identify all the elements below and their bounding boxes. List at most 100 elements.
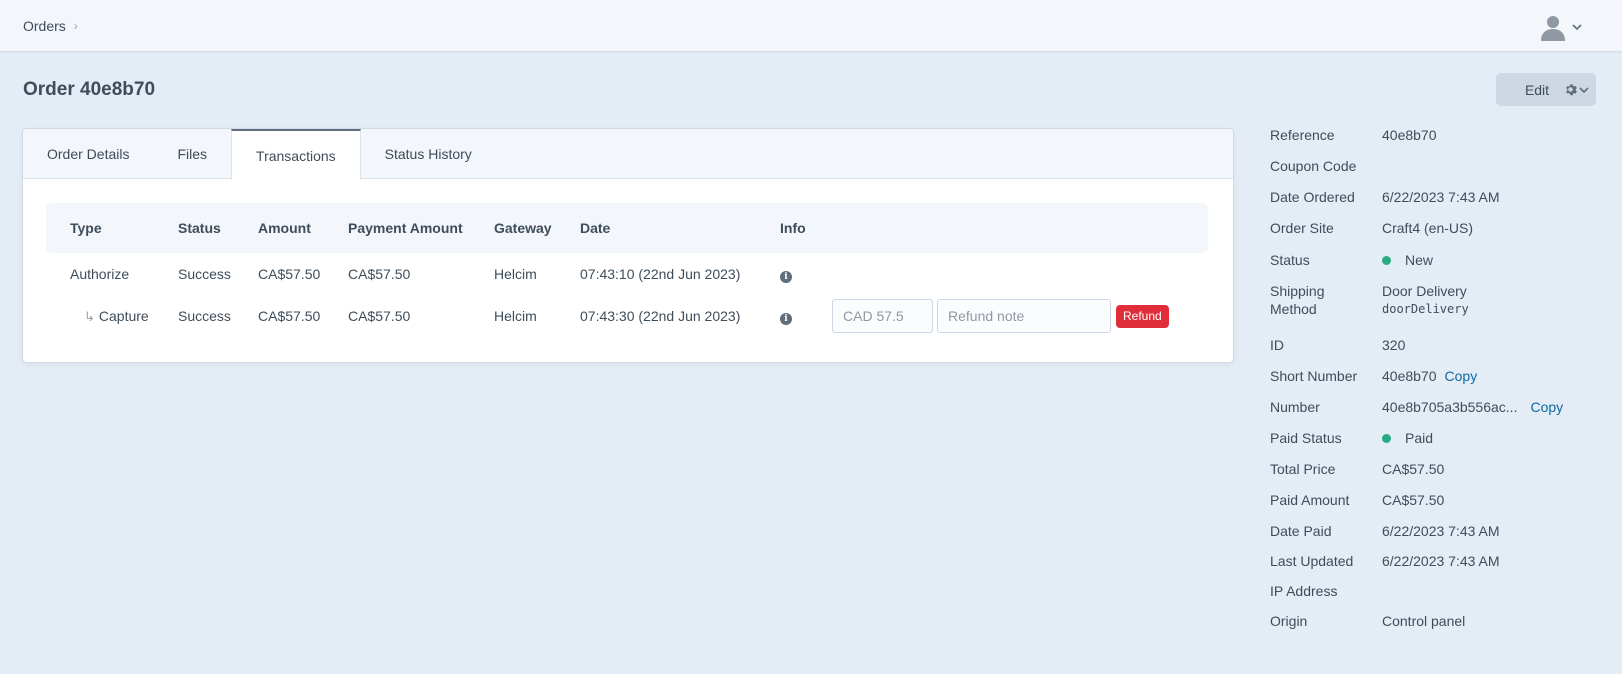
- cell-amount: CA$57.50: [258, 308, 321, 324]
- cell-status: Success: [178, 266, 231, 282]
- cell-type: Authorize: [70, 266, 130, 282]
- cell-type-label: Capture: [98, 307, 149, 324]
- meta-label: Paid Amount: [1270, 492, 1350, 508]
- cell-type: ↳ Capture: [46, 295, 154, 337]
- cell-gateway: Helcim: [494, 266, 537, 282]
- meta-value: Door Delivery doorDelivery: [1382, 282, 1469, 318]
- info-icon[interactable]: i: [780, 312, 792, 325]
- copy-short-number-button[interactable]: Copy: [1445, 367, 1478, 385]
- table-row: Authorize Success CA$57.50 CA$57.50 Helc…: [46, 253, 1208, 295]
- cell-date: 07:43:10 (22nd Jun 2023): [580, 266, 741, 282]
- meta-reference: Reference 40e8b70: [1270, 126, 1600, 144]
- column-header-status: Status: [178, 220, 221, 236]
- refund-amount-input[interactable]: [832, 299, 933, 333]
- column-header-date: Date: [580, 220, 611, 236]
- meta-label: Origin: [1270, 613, 1308, 629]
- tab-order-details[interactable]: Order Details: [23, 129, 153, 179]
- meta-coupon-code: Coupon Code: [1270, 157, 1600, 175]
- meta-value: 6/22/2023 7:43 AM: [1382, 523, 1500, 539]
- meta-label: Shipping Method: [1270, 282, 1382, 318]
- meta-label: Total Price: [1270, 461, 1336, 477]
- meta-value: Control panel: [1382, 613, 1466, 629]
- order-meta-panel: Reference 40e8b70 Coupon Code Date Order…: [1270, 126, 1600, 629]
- shipping-method-handle: doorDelivery: [1382, 302, 1469, 316]
- cell-actions: [808, 253, 1208, 295]
- meta-value: 40e8b705a3b556ac... Copy: [1382, 398, 1563, 416]
- cell-status: Success: [178, 308, 231, 324]
- meta-paid-amount: Paid Amount CA$57.50: [1270, 491, 1600, 509]
- user-avatar-icon: [1541, 16, 1565, 41]
- meta-label: Number: [1270, 399, 1320, 415]
- cell-info: i: [756, 253, 808, 295]
- column-header-amount: Amount: [258, 220, 311, 236]
- column-header-type: Type: [70, 220, 102, 236]
- copy-number-button[interactable]: Copy: [1530, 398, 1563, 416]
- meta-value: 6/22/2023 7:43 AM: [1382, 553, 1500, 569]
- chevron-down-icon: [1572, 24, 1582, 31]
- meta-shipping-method: Shipping Method Door Delivery doorDelive…: [1270, 282, 1600, 318]
- short-number-text: 40e8b70: [1382, 368, 1437, 384]
- tab-files[interactable]: Files: [153, 129, 231, 179]
- cell-date: 07:43:30 (22nd Jun 2023): [580, 308, 741, 324]
- page-title: Order 40e8b70: [23, 79, 156, 100]
- status-dot-icon: [1382, 255, 1391, 265]
- meta-label-line: Shipping: [1270, 283, 1325, 299]
- cell-info: i: [756, 295, 808, 337]
- meta-label-line: Method: [1270, 301, 1317, 317]
- meta-label: Order Site: [1270, 220, 1334, 236]
- meta-label: Status: [1270, 252, 1310, 268]
- meta-value: Paid: [1382, 429, 1433, 447]
- refund-form: Refund: [832, 299, 1208, 333]
- meta-number: Number 40e8b705a3b556ac... Copy: [1270, 398, 1600, 416]
- cell-gateway: Helcim: [494, 308, 537, 324]
- meta-value: 6/22/2023 7:43 AM: [1382, 189, 1500, 205]
- meta-value: 40e8b70 Copy: [1382, 367, 1477, 385]
- breadcrumb-orders-link[interactable]: Orders: [23, 18, 66, 34]
- meta-last-updated: Last Updated 6/22/2023 7:43 AM: [1270, 552, 1600, 570]
- cell-actions: Refund: [808, 295, 1208, 337]
- column-header-info: Info: [780, 220, 806, 236]
- meta-label: Reference: [1270, 127, 1335, 143]
- chevron-down-icon: [1578, 86, 1589, 93]
- paid-status-dot-icon: [1382, 433, 1391, 443]
- refund-button[interactable]: Refund: [1116, 304, 1169, 328]
- meta-ip-address: IP Address: [1270, 582, 1600, 600]
- meta-short-number: Short Number 40e8b70 Copy: [1270, 367, 1600, 385]
- shipping-method-name: Door Delivery: [1382, 283, 1467, 299]
- meta-label: Coupon Code: [1270, 158, 1357, 174]
- column-header-gateway: Gateway: [494, 220, 552, 236]
- meta-label: ID: [1270, 337, 1284, 353]
- account-menu-button[interactable]: [1538, 12, 1582, 42]
- meta-label: Last Updated: [1270, 553, 1354, 569]
- meta-origin: Origin Control panel: [1270, 612, 1600, 630]
- settings-menu-button[interactable]: [1556, 73, 1596, 106]
- sub-row-arrow-icon: ↳: [84, 308, 95, 324]
- meta-value: CA$57.50: [1382, 461, 1445, 477]
- tab-status-history[interactable]: Status History: [361, 129, 496, 179]
- chevron-right-icon: ›: [73, 19, 78, 33]
- meta-id: ID 320: [1270, 336, 1600, 354]
- meta-value: CA$57.50: [1382, 492, 1445, 508]
- tab-transactions[interactable]: Transactions: [231, 129, 361, 180]
- status-text: New: [1405, 252, 1434, 268]
- transactions-table: Type Status Amount Payment Amount Gatewa…: [46, 203, 1208, 337]
- meta-total-price: Total Price CA$57.50: [1270, 460, 1600, 478]
- meta-paid-status: Paid Status Paid: [1270, 429, 1600, 447]
- table-header-row: Type Status Amount Payment Amount Gatewa…: [46, 203, 1208, 253]
- meta-label: Short Number: [1270, 368, 1358, 384]
- info-icon[interactable]: i: [780, 270, 792, 283]
- meta-order-site: Order Site Craft4 (en-US): [1270, 219, 1600, 237]
- tab-bar: Order Details Files Transactions Status …: [23, 129, 1233, 180]
- meta-value: 320: [1382, 337, 1406, 353]
- meta-label: Date Ordered: [1270, 189, 1355, 205]
- meta-status: Status New: [1270, 251, 1600, 269]
- meta-label: Paid Status: [1270, 430, 1342, 446]
- cell-payment-amount: CA$57.50: [348, 266, 411, 282]
- meta-value: New: [1382, 251, 1433, 269]
- gear-icon: [1565, 84, 1577, 96]
- cell-amount: CA$57.50: [258, 266, 321, 282]
- meta-value: Craft4 (en-US): [1382, 220, 1474, 236]
- meta-date-ordered: Date Ordered 6/22/2023 7:43 AM: [1270, 188, 1600, 206]
- meta-date-paid: Date Paid 6/22/2023 7:43 AM: [1270, 522, 1600, 540]
- refund-note-input[interactable]: [937, 299, 1111, 333]
